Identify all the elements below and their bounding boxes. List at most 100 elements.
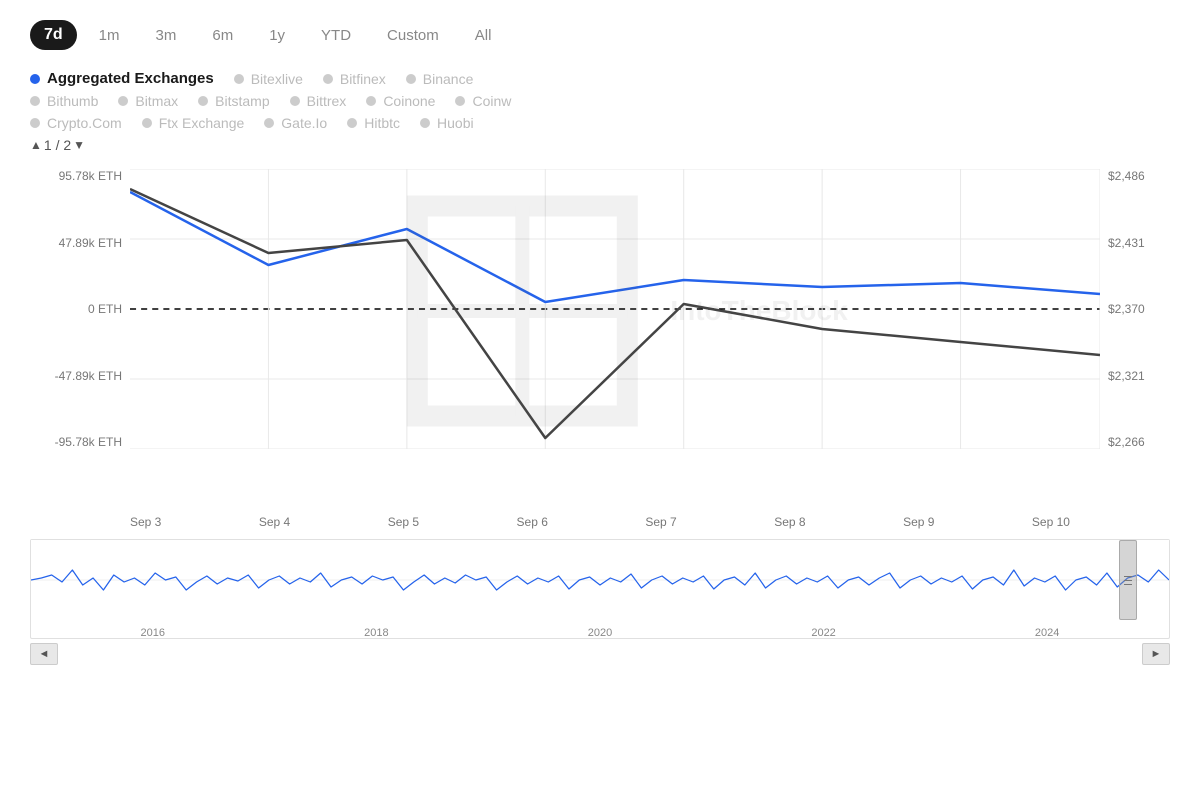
legend-dot bbox=[455, 96, 465, 106]
legend-dot bbox=[347, 118, 357, 128]
x-axis-label: Sep 10 bbox=[1032, 515, 1070, 529]
nav-left-button[interactable]: ◄ bbox=[30, 643, 58, 665]
legend-label: Binance bbox=[423, 71, 474, 87]
mini-x-axis-label: 2016 bbox=[141, 627, 165, 639]
pagination: ▲ 1 / 2 ▼ bbox=[30, 137, 1170, 153]
handle-line-2 bbox=[1124, 580, 1132, 581]
legend-label: Coinw bbox=[472, 93, 511, 109]
legend-item-crypto.com[interactable]: Crypto.Com bbox=[30, 115, 122, 131]
x-axis-label: Sep 8 bbox=[774, 515, 805, 529]
y-axis-left-label: 0 ETH bbox=[30, 302, 122, 316]
time-btn-1y[interactable]: 1y bbox=[255, 21, 299, 50]
legend-item-coinone[interactable]: Coinone bbox=[366, 93, 435, 109]
chart-svg-container[interactable]: IntoTheBlock bbox=[130, 169, 1100, 509]
y-axis-right-label: $2,431 bbox=[1108, 236, 1170, 250]
legend-dot bbox=[264, 118, 274, 128]
handle-line-1 bbox=[1124, 576, 1132, 577]
page-up-arrow[interactable]: ▲ bbox=[30, 138, 42, 152]
time-btn-ytd[interactable]: YTD bbox=[307, 21, 365, 50]
x-axis-label: Sep 3 bbox=[130, 515, 161, 529]
legend-item-gate.io[interactable]: Gate.Io bbox=[264, 115, 327, 131]
y-axis-left-label: -47.89k ETH bbox=[30, 369, 122, 383]
legend-label: Bitstamp bbox=[215, 93, 269, 109]
time-btn-custom[interactable]: Custom bbox=[373, 21, 453, 50]
x-axis-label: Sep 9 bbox=[903, 515, 934, 529]
legend-dot bbox=[406, 74, 416, 84]
legend-dot bbox=[323, 74, 333, 84]
time-btn-7d[interactable]: 7d bbox=[30, 20, 77, 50]
legend-item-binance[interactable]: Binance bbox=[406, 71, 474, 87]
chart-svg bbox=[130, 169, 1100, 449]
mini-x-axis: 2016 2018 2020 2022 2024 bbox=[31, 625, 1169, 641]
page-current: 1 / 2 bbox=[44, 137, 71, 153]
legend-item-bithumb[interactable]: Bithumb bbox=[30, 93, 98, 109]
legend-row: Aggregated Exchanges Bitexlive Bitfinex Bin… bbox=[30, 70, 1170, 87]
x-axis-label: Sep 7 bbox=[645, 515, 676, 529]
legend-item-bitfinex[interactable]: Bitfinex bbox=[323, 71, 386, 87]
nav-handle-lines bbox=[1124, 576, 1132, 585]
time-btn-3m[interactable]: 3m bbox=[142, 21, 191, 50]
y-axis-left-label: 95.78k ETH bbox=[30, 169, 122, 183]
legend-label: Ftx Exchange bbox=[159, 115, 245, 131]
legend-dot bbox=[30, 118, 40, 128]
legend-label: Bittrex bbox=[307, 93, 347, 109]
y-axis-left-label: -95.78k ETH bbox=[30, 435, 122, 449]
legend-dot bbox=[30, 74, 40, 84]
legend-item-bitmax[interactable]: Bitmax bbox=[118, 93, 178, 109]
y-axis-right-label: $2,370 bbox=[1108, 302, 1170, 316]
y-axis-left: 95.78k ETH 47.89k ETH 0 ETH -47.89k ETH -95.… bbox=[30, 169, 130, 449]
legend-item-hitbtc[interactable]: Hitbtc bbox=[347, 115, 400, 131]
legend-dot bbox=[118, 96, 128, 106]
legend-label: Gate.Io bbox=[281, 115, 327, 131]
legend-item-bitstamp[interactable]: Bitstamp bbox=[198, 93, 269, 109]
legend-dot bbox=[30, 96, 40, 106]
legend-item-huobi[interactable]: Huobi bbox=[420, 115, 474, 131]
y-axis-right-label: $2,321 bbox=[1108, 369, 1170, 383]
y-axis-left-label: 47.89k ETH bbox=[30, 236, 122, 250]
time-btn-1m[interactable]: 1m bbox=[85, 21, 134, 50]
y-axis-right: $2,486 $2,431 $2,370 $2,321 $2,266 bbox=[1100, 169, 1170, 449]
legend-dot bbox=[290, 96, 300, 106]
time-range-selector: 7d 1m 3m6m 1y YTD Custom All bbox=[30, 20, 1170, 50]
legend-item-bitexlive[interactable]: Bitexlive bbox=[234, 71, 303, 87]
legend-dot bbox=[198, 96, 208, 106]
legend-item-coinw[interactable]: Coinw bbox=[455, 93, 511, 109]
time-btn-all[interactable]: All bbox=[461, 21, 506, 50]
y-axis-right-label: $2,266 bbox=[1108, 435, 1170, 449]
legend-label: Bitfinex bbox=[340, 71, 386, 87]
nav-handle[interactable] bbox=[1119, 540, 1137, 620]
legend-label: Bitmax bbox=[135, 93, 178, 109]
legend-label: Coinone bbox=[383, 93, 435, 109]
legend-dot bbox=[142, 118, 152, 128]
legend-label: Hitbtc bbox=[364, 115, 400, 131]
mini-x-axis-label: 2020 bbox=[588, 627, 612, 639]
mini-chart-svg bbox=[31, 540, 1169, 620]
x-axis-label: Sep 5 bbox=[388, 515, 419, 529]
legend-item-bittrex[interactable]: Bittrex bbox=[290, 93, 347, 109]
legend: Aggregated Exchanges Bitexlive Bitfinex Bin… bbox=[30, 70, 1170, 131]
x-axis-label: Sep 4 bbox=[259, 515, 290, 529]
legend-label: Bithumb bbox=[47, 93, 98, 109]
legend-row: Bithumb Bitmax Bitstamp Bittrex Coinone Coinw bbox=[30, 93, 1170, 109]
time-btn-6m[interactable]: 6m bbox=[198, 21, 247, 50]
mini-x-axis-label: 2018 bbox=[364, 627, 388, 639]
legend-label: Huobi bbox=[437, 115, 474, 131]
mini-x-axis-label: 2022 bbox=[811, 627, 835, 639]
page-down-arrow[interactable]: ▼ bbox=[73, 138, 85, 152]
legend-label: Aggregated Exchanges bbox=[47, 70, 214, 87]
main-chart: 95.78k ETH 47.89k ETH 0 ETH -47.89k ETH -95.… bbox=[30, 169, 1170, 509]
main-container: 7d 1m 3m6m 1y YTD Custom All Aggregated Exchan… bbox=[0, 0, 1200, 800]
nav-controls: ◄ ► bbox=[30, 639, 1170, 665]
legend-item-aggregated-exchanges[interactable]: Aggregated Exchanges bbox=[30, 70, 214, 87]
legend-dot bbox=[420, 118, 430, 128]
y-axis-right-label: $2,486 bbox=[1108, 169, 1170, 183]
mini-x-axis-label: 2024 bbox=[1035, 627, 1059, 639]
handle-line-3 bbox=[1124, 584, 1132, 585]
x-axis: Sep 3Sep 4Sep 5Sep 6Sep 7Sep 8Sep 9Sep 1… bbox=[30, 509, 1170, 529]
nav-right-button[interactable]: ► bbox=[1142, 643, 1170, 665]
legend-label: Crypto.Com bbox=[47, 115, 122, 131]
mini-chart[interactable]: 2016 2018 2020 2022 2024 bbox=[30, 539, 1170, 639]
legend-item-ftx-exchange[interactable]: Ftx Exchange bbox=[142, 115, 245, 131]
legend-row: Crypto.Com Ftx Exchange Gate.Io Hitbtc Huobi bbox=[30, 115, 1170, 131]
legend-dot bbox=[366, 96, 376, 106]
